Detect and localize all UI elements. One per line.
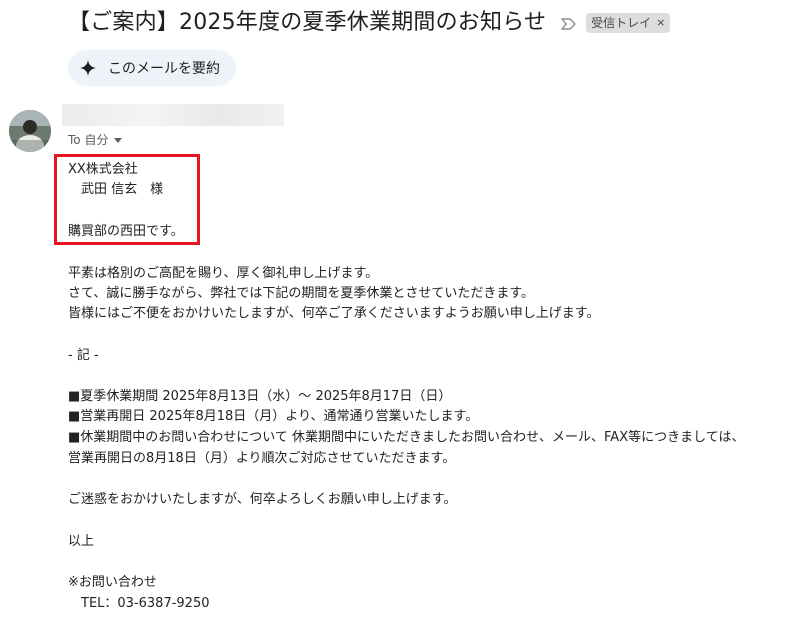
inbox-label-chip[interactable]: 受信トレイ × (586, 13, 671, 33)
body-ijou: 以上 (68, 534, 95, 549)
sender-name-redacted (62, 104, 284, 126)
body-greeting-3: 皆様にはご不便をおかけいたしますが、何卒ご了承くださいますようお願い申し上げます… (68, 306, 600, 321)
body-ki: - 記 - (68, 348, 99, 363)
recipient-label: To 自分 (68, 133, 109, 147)
sender-avatar[interactable] (9, 110, 51, 152)
body-greeting-1: 平素は格別のご高配を賜り、厚く御礼申し上げます。 (68, 266, 379, 281)
body-intro: 購買部の西田です。 (68, 224, 184, 239)
importance-marker-icon[interactable] (560, 16, 578, 30)
body-item-3b: 営業再開日の8月18日（月）より順次ご対応させていただきます。 (68, 451, 456, 466)
summarize-label: このメールを要約 (108, 61, 220, 77)
body-contact-tel: TEL：03-6387-9250 (68, 596, 210, 611)
body-item-2: ■営業再開日 2025年8月18日（月）より、通常通り営業いたします。 (68, 409, 479, 424)
inbox-label-text: 受信トレイ (591, 16, 652, 30)
recipient-details-toggle[interactable]: To 自分 (68, 131, 123, 148)
body-item-1: ■夏季休業期間 2025年8月13日（水）～ 2025年8月17日（日） (68, 389, 452, 404)
subject-row: 【ご案内】2025年度の夏季休業期間のお知らせ 受信トレイ × (68, 6, 671, 40)
sparkle-icon (80, 60, 96, 76)
remove-label-icon[interactable]: × (656, 15, 665, 31)
chevron-down-icon (114, 138, 123, 143)
body-contact-heading: ※お問い合わせ (68, 575, 157, 590)
body-closing: ご迷惑をおかけいたしますが、何卒よろしくお願い申し上げます。 (68, 492, 457, 507)
summarize-email-button[interactable]: このメールを要約 (68, 50, 236, 86)
body-item-3a: ■休業期間中のお問い合わせについて 休業期間中にいただきましたお問い合わせ、メー… (68, 430, 745, 445)
body-addressee: 武田 信玄 様 (68, 182, 164, 197)
email-subject: 【ご案内】2025年度の夏季休業期間のお知らせ (68, 10, 547, 35)
body-company: XX株式会社 (68, 162, 138, 177)
body-greeting-2: さて、誠に勝手ながら、弊社では下記の期間を夏季休業とさせていただきます。 (68, 286, 535, 301)
